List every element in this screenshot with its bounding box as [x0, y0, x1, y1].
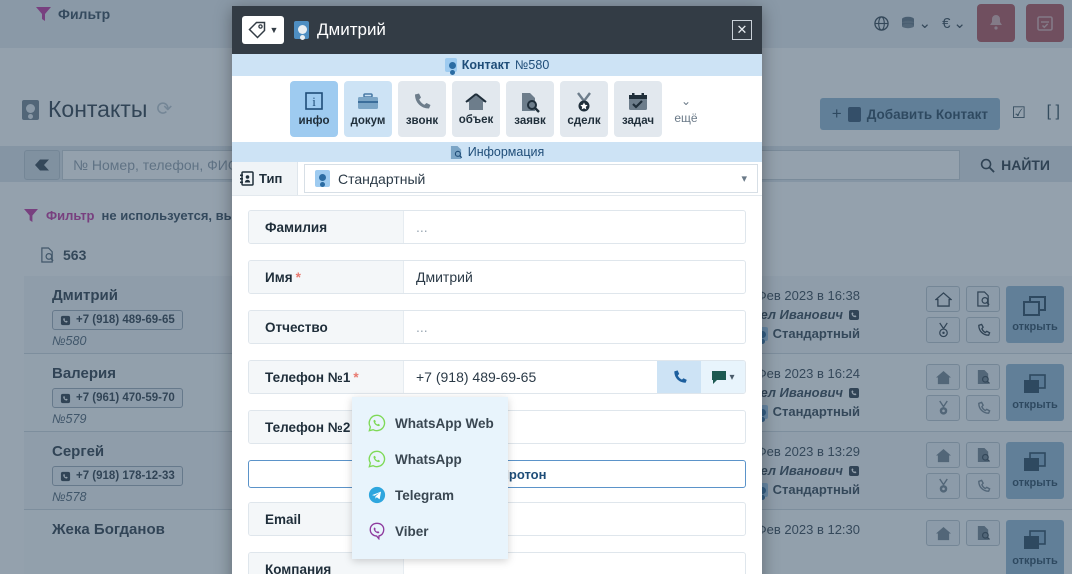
menu-item-label: Telegram	[395, 487, 455, 503]
modal-subtitle-label: Контакт	[461, 58, 510, 72]
modal-subtitle: Контакт №580	[232, 54, 762, 76]
type-label-text: Тип	[259, 171, 283, 186]
modal-title-label: Дмитрий	[317, 20, 386, 39]
menu-item-telegram[interactable]: Telegram	[352, 477, 508, 513]
field-label-text: Телефон №2	[265, 419, 351, 435]
messenger-dropdown-button[interactable]: ▾	[701, 361, 745, 393]
field-surname-input[interactable]: ...	[404, 211, 745, 243]
viber-icon	[369, 522, 385, 540]
field-label-text: Имя	[265, 269, 293, 285]
contact-icon	[294, 21, 309, 39]
tab-tasks[interactable]: задач	[614, 81, 662, 137]
svg-text:i: i	[312, 94, 316, 109]
field-label-text: Email	[265, 511, 302, 527]
document-search-icon	[450, 145, 462, 159]
chevron-down-icon: ▼	[269, 25, 279, 35]
field-label-text: Компания	[265, 561, 332, 574]
messenger-menu: WhatsApp Web WhatsApp Telegram Viber	[352, 397, 508, 559]
type-select[interactable]: Стандартный ▾	[304, 164, 758, 193]
telegram-icon	[368, 486, 386, 504]
tab-deals[interactable]: сделк	[560, 81, 608, 137]
field-phone-1: Телефон №1 * +7 (918) 489-69-65 ▾	[248, 360, 746, 394]
field-label-text: Фамилия	[265, 219, 328, 235]
id-card-icon	[444, 58, 457, 72]
modal-info-bar-label: Информация	[467, 145, 545, 159]
field-phone-1-input[interactable]: +7 (918) 489-69-65	[404, 361, 657, 393]
menu-item-label: WhatsApp Web	[395, 415, 494, 431]
field-patronymic-input[interactable]: ...	[404, 311, 745, 343]
modal-info-bar: Информация	[232, 142, 762, 162]
whatsapp-icon	[368, 414, 386, 432]
menu-item-viber[interactable]: Viber	[352, 513, 508, 549]
whatsapp-icon	[368, 450, 386, 468]
tab-deals-label: сделк	[567, 114, 601, 127]
chevron-down-icon: ▾	[729, 371, 735, 383]
menu-item-whatsapp[interactable]: WhatsApp	[352, 441, 508, 477]
field-label-text: Отчество	[265, 319, 328, 335]
phone-handset-icon[interactable]	[657, 361, 701, 393]
tab-objects-label: объек	[458, 114, 494, 126]
modal-subtitle-number: №580	[515, 58, 550, 72]
chat-bubble-icon	[712, 370, 727, 384]
field-name: Имя * Дмитрий	[248, 260, 746, 294]
type-row: Тип Стандартный ▾	[232, 162, 762, 196]
field-patronymic: Отчество ...	[248, 310, 746, 344]
field-name-input[interactable]: Дмитрий	[404, 261, 745, 293]
tag-icon[interactable]: ▼	[242, 16, 284, 44]
id-card-icon	[315, 170, 330, 187]
type-label: Тип	[232, 162, 298, 195]
tab-documents[interactable]: докум	[344, 81, 392, 137]
tab-info-label: инфо	[298, 115, 330, 127]
tab-requests[interactable]: заявк	[506, 81, 554, 137]
field-surname: Фамилия ...	[248, 210, 746, 244]
chevron-down-icon: ⌄	[680, 93, 692, 108]
menu-item-label: WhatsApp	[395, 451, 462, 467]
tab-requests-label: заявк	[514, 114, 546, 127]
tab-documents-label: докум	[350, 114, 386, 127]
tab-calls-label: звонк	[405, 114, 439, 127]
chevron-down-icon: ▾	[741, 173, 747, 185]
field-patronymic-label: Отчество	[249, 311, 404, 343]
close-icon[interactable]: ✕	[732, 20, 752, 40]
tab-objects[interactable]: объек	[452, 81, 500, 137]
field-phone-1-label: Телефон №1 *	[249, 361, 404, 393]
type-value: Стандартный	[338, 170, 426, 187]
tab-info[interactable]: i инфо	[290, 81, 338, 137]
tabs-more-label: ещё	[674, 110, 698, 125]
tab-tasks-label: задач	[621, 114, 655, 127]
required-marker: *	[353, 369, 359, 385]
modal-tabs: i инфо докум звонк объек заявк сделк зад…	[232, 76, 762, 142]
menu-item-label: Viber	[395, 523, 429, 539]
tabs-more-button[interactable]: ⌄ ещё	[668, 94, 704, 125]
tab-calls[interactable]: звонк	[398, 81, 446, 137]
field-name-label: Имя *	[249, 261, 404, 293]
menu-item-whatsapp-web[interactable]: WhatsApp Web	[352, 405, 508, 441]
field-surname-label: Фамилия	[249, 211, 404, 243]
contacts-book-icon	[240, 171, 254, 186]
modal-title: Дмитрий	[294, 20, 386, 40]
field-label-text: Телефон №1	[265, 369, 351, 385]
modal-header: ▼ Дмитрий ✕	[232, 6, 762, 54]
required-marker: *	[295, 269, 301, 285]
